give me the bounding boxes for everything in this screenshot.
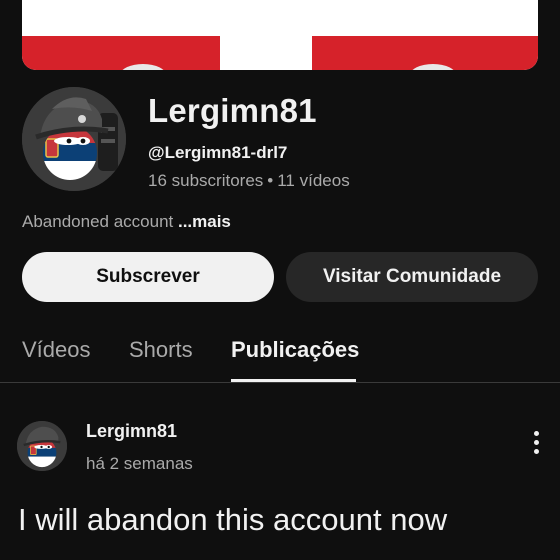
countryball-avatar-icon	[17, 421, 67, 471]
tab-shorts[interactable]: Shorts	[129, 337, 193, 363]
countryball-avatar-icon	[22, 87, 126, 191]
post-author-name[interactable]: Lergimn81	[86, 421, 177, 442]
channel-banner	[22, 0, 538, 70]
channel-stats: 16 subscritores • 11 vídeos	[148, 171, 350, 191]
banner-red-stripe-left	[22, 36, 220, 70]
post-timestamp: há 2 semanas	[86, 454, 193, 473]
visit-community-button[interactable]: Visitar Comunidade	[286, 252, 538, 302]
channel-avatar[interactable]	[22, 87, 126, 191]
channel-handle: @Lergimn81-drl7	[148, 143, 288, 162]
more-vert-icon[interactable]	[526, 431, 546, 461]
more-link[interactable]: ...mais	[178, 212, 231, 231]
channel-name: Lergimn81	[148, 92, 317, 129]
channel-description[interactable]: Abandoned account ...mais	[22, 212, 231, 232]
tab-videos[interactable]: Vídeos	[22, 337, 91, 363]
tab-posts[interactable]: Publicações	[231, 337, 359, 363]
subscribe-button[interactable]: Subscrever	[22, 252, 274, 302]
stats-separator: •	[267, 171, 274, 190]
post-text: I will abandon this account now	[18, 502, 448, 537]
tabs-divider	[0, 382, 560, 383]
description-text: Abandoned account	[22, 212, 178, 231]
post-author-avatar[interactable]	[17, 421, 67, 471]
video-count: 11 vídeos	[277, 171, 350, 190]
subscriber-count: 16 subscritores	[148, 171, 264, 190]
